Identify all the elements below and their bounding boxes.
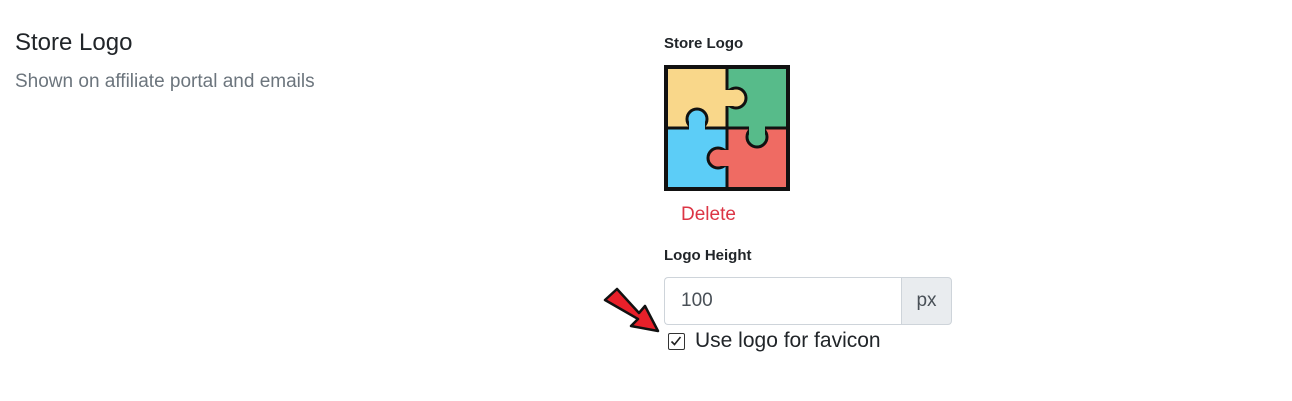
section-description: Shown on affiliate portal and emails <box>15 71 315 92</box>
logo-height-label: Logo Height <box>664 247 752 264</box>
favicon-checkbox-row[interactable]: Use logo for favicon <box>668 329 881 353</box>
favicon-checkbox-label[interactable]: Use logo for favicon <box>695 329 881 353</box>
section-title: Store Logo <box>15 29 133 56</box>
favicon-checkbox[interactable] <box>668 332 685 350</box>
logo-height-input[interactable] <box>664 277 901 325</box>
store-logo-label: Store Logo <box>664 35 744 52</box>
red-arrow-icon <box>603 287 660 333</box>
puzzle-pieces-icon <box>664 65 790 191</box>
delete-logo-link[interactable]: Delete <box>681 203 736 227</box>
store-logo-image <box>664 65 790 191</box>
logo-height-input-group: px <box>664 277 952 325</box>
checkmark-icon <box>670 336 682 346</box>
unit-addon: px <box>901 277 952 325</box>
